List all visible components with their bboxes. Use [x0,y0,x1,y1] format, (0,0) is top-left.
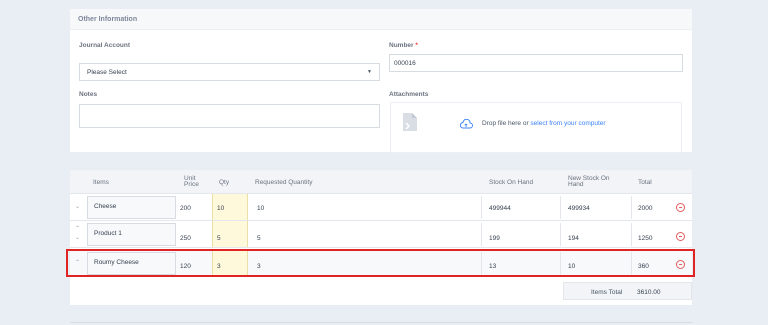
divider [560,196,561,219]
number-input[interactable]: 000016 [389,54,683,72]
divider [560,223,561,246]
unit-price-cell: 250 [180,235,191,242]
notes-field[interactable] [79,104,380,128]
col-requested-quantity: Requested Quantity [255,179,313,186]
divider [631,196,632,219]
section-title: Other Information [78,16,138,23]
journal-account-label: Journal Account [79,42,131,49]
qty-input[interactable]: 10 [212,194,248,220]
caret-down-icon: ▼ [367,69,372,75]
col-unit-price: Unit Price [184,175,199,188]
new-stock-cell: 194 [568,235,579,242]
table-row: ⌄ Cheese 200 10 10 499944 499934 2000 [70,194,692,221]
col-items: Items [93,179,109,186]
new-stock-cell: 499934 [568,205,590,212]
required-mark: * [415,42,418,49]
number-value: 000016 [394,60,416,67]
remove-circle-icon[interactable] [676,232,685,241]
divider [70,322,692,323]
file-icon [403,113,417,131]
attachments-label: Attachments [389,91,429,98]
journal-account-value: Please Select [87,69,127,76]
col-total: Total [638,179,652,186]
card-header: Other Information [70,9,692,30]
qty-input[interactable]: 5 [212,221,248,247]
remove-circle-icon[interactable] [676,203,685,212]
requested-quantity-cell: 10 [257,205,265,212]
divider [631,223,632,246]
divider [481,196,482,219]
number-label: Number * [389,42,418,49]
items-total-label: Items Total [591,289,623,296]
chevron-down-icon[interactable]: ⌄ [75,235,80,241]
chevron-up-icon[interactable]: ⌃ [75,226,80,232]
unit-price-cell: 200 [180,205,191,212]
drop-instructions: Drop file here or select from your compu… [482,120,606,127]
item-select[interactable]: Cheese [87,196,176,219]
items-total: Items Total 3610.00 [563,282,692,300]
chevron-down-icon[interactable]: ⌄ [75,204,80,210]
stock-on-hand-cell: 199 [489,235,500,242]
cloud-upload-icon [459,119,473,129]
stock-on-hand-cell: 499944 [489,205,511,212]
divider [481,223,482,246]
items-total-value: 3610.00 [637,289,661,296]
total-cell: 1250 [638,235,653,242]
col-stock-on-hand: Stock On Hand [489,179,534,186]
requested-quantity-cell: 5 [257,235,261,242]
table-header: Items Unit Price Qty Requested Quantity S… [70,170,692,194]
select-from-computer-link[interactable]: select from your computer [530,120,605,127]
item-select[interactable]: Product 1 [87,223,176,246]
total-cell: 2000 [638,205,653,212]
col-qty: Qty [219,179,230,186]
journal-account-select[interactable]: Please Select ▼ [79,63,380,81]
col-new-stock-on-hand: New Stock On Hand [568,175,610,188]
table-row: ⌃ ⌄ Product 1 250 5 5 199 194 1250 [70,221,692,248]
highlight-box [66,249,695,277]
attachment-dropzone[interactable]: Drop file here or select from your compu… [390,102,682,153]
notes-label: Notes [79,91,98,98]
